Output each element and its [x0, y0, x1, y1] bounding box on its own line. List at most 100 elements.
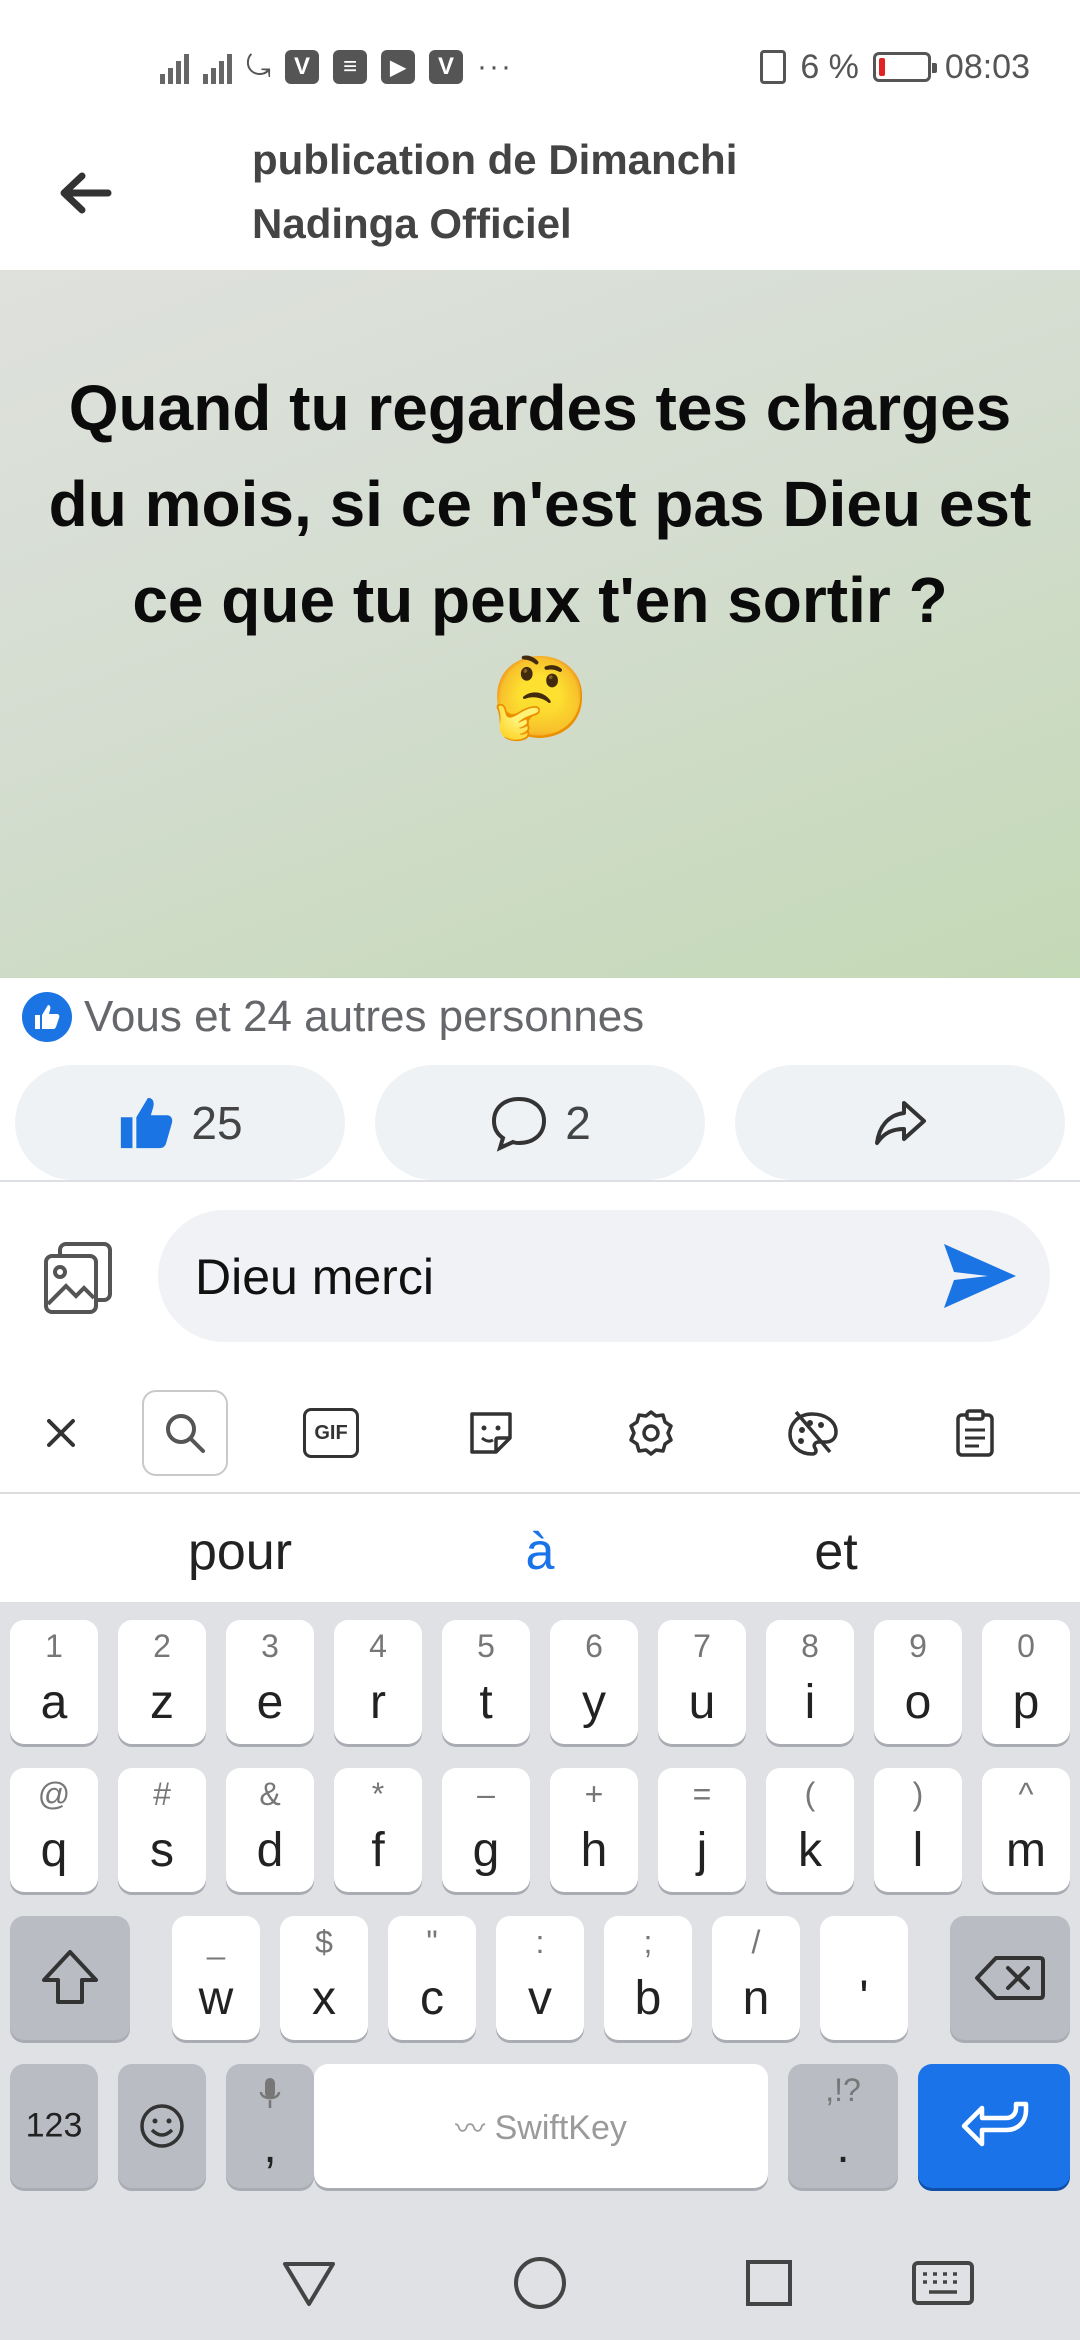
- key-secondary-label: ): [912, 1776, 924, 1812]
- nav-home-button[interactable]: [505, 2248, 575, 2318]
- comma-label: ,: [263, 2120, 277, 2173]
- back-button[interactable]: [50, 158, 120, 228]
- circle-home-icon: [514, 2257, 566, 2309]
- letter-key[interactable]: & d: [226, 1768, 314, 1892]
- smiley-icon: [140, 2104, 184, 2148]
- letter-key[interactable]: 5t: [442, 1620, 530, 1744]
- letter-key[interactable]: 4r: [334, 1620, 422, 1744]
- letter-key[interactable]: ^ m: [982, 1768, 1070, 1892]
- suggestion-item[interactable]: et: [686, 1522, 986, 1582]
- comment-button[interactable]: 2: [375, 1065, 705, 1180]
- letter-key[interactable]: (k: [766, 1768, 854, 1892]
- letter-key[interactable]: ; b: [604, 1916, 692, 2040]
- enter-key[interactable]: [918, 2064, 1070, 2188]
- key-primary-label: a: [40, 1676, 68, 1729]
- letter-key[interactable]: # s: [118, 1768, 206, 1892]
- thinking-emoji: 🤔: [490, 653, 590, 742]
- key-primary-label: b: [634, 1972, 662, 2025]
- close-toolbar-button[interactable]: [18, 1390, 104, 1476]
- key-primary-label: y: [582, 1676, 606, 1729]
- shift-key[interactable]: [10, 1916, 130, 2040]
- letter-key[interactable]: 3e: [226, 1620, 314, 1744]
- sticker-button[interactable]: [448, 1390, 534, 1476]
- key-secondary-label: 5: [477, 1628, 495, 1664]
- suggestion-item[interactable]: pour: [90, 1522, 390, 1582]
- key-primary-label: p: [1012, 1676, 1040, 1729]
- youtube-icon: ▶: [381, 50, 415, 84]
- comment-bubble-icon: [492, 1096, 547, 1152]
- letter-key[interactable]: 7u: [658, 1620, 746, 1744]
- letter-key[interactable]: = j: [658, 1768, 746, 1892]
- letter-key[interactable]: :v: [496, 1916, 584, 2040]
- share-button[interactable]: [735, 1065, 1065, 1180]
- letter-key[interactable]: $ x: [280, 1916, 368, 2040]
- letter-key[interactable]: – g: [442, 1768, 530, 1892]
- key-secondary-label: _: [207, 1924, 225, 1960]
- space-key[interactable]: 〰 SwiftKey: [314, 2064, 768, 2188]
- themes-button[interactable]: [770, 1390, 856, 1476]
- more-notifications: ···: [477, 50, 513, 83]
- numbers-key[interactable]: 123: [10, 2064, 98, 2188]
- keyboard-search-button[interactable]: [142, 1390, 228, 1476]
- nav-recents-button[interactable]: [734, 2248, 804, 2318]
- letter-key[interactable]: 6y: [550, 1620, 638, 1744]
- period-secondary: ,!?: [825, 2072, 861, 2108]
- key-primary-label: w: [198, 1972, 234, 2025]
- letter-key[interactable]: 8i: [766, 1620, 854, 1744]
- letter-key[interactable]: / n: [712, 1916, 800, 2040]
- key-secondary-label: 4: [369, 1628, 387, 1664]
- swiftkey-label: SwiftKey: [494, 2109, 627, 2147]
- like-badge-icon: [22, 992, 72, 1042]
- comment-count: 2: [565, 1096, 591, 1149]
- key-primary-label: c: [420, 1972, 444, 2025]
- key-primary-label: e: [256, 1676, 284, 1729]
- letter-key[interactable]: 0p: [982, 1620, 1070, 1744]
- emoji-key[interactable]: [118, 2064, 206, 2188]
- title-line: Nadinga Officiel: [252, 200, 572, 247]
- key-primary-label: v: [528, 1972, 552, 2025]
- swiftkey-bird-icon: 〰: [455, 2113, 486, 2146]
- like-button[interactable]: 25: [15, 1065, 345, 1180]
- letter-key[interactable]: * f: [334, 1768, 422, 1892]
- photo-gallery-button[interactable]: [38, 1238, 118, 1318]
- send-button[interactable]: [940, 1240, 1020, 1312]
- settings-button[interactable]: [608, 1390, 694, 1476]
- letter-key[interactable]: " c: [388, 1916, 476, 2040]
- key-secondary-label: 9: [909, 1628, 927, 1664]
- period-key[interactable]: ,!? .: [788, 2064, 898, 2188]
- missed-call-icon: ⤿: [246, 50, 271, 83]
- key-secondary-label: ^: [1018, 1776, 1034, 1812]
- triangle-back-icon: [283, 2262, 335, 2306]
- key-primary-label: j: [696, 1824, 708, 1877]
- shift-icon: [42, 1950, 98, 2004]
- gif-button[interactable]: GIF: [288, 1390, 374, 1476]
- comma-mic-key[interactable]: ,: [226, 2064, 314, 2188]
- clipboard-button[interactable]: [932, 1390, 1018, 1476]
- sticker-icon: [470, 1412, 512, 1454]
- nav-back-button[interactable]: [274, 2248, 344, 2318]
- letter-key[interactable]: 2z: [118, 1620, 206, 1744]
- key-secondary-label: :: [535, 1924, 545, 1960]
- backspace-icon: [975, 1956, 1045, 2000]
- suggestion-item[interactable]: à: [390, 1522, 690, 1582]
- backspace-key[interactable]: [950, 1916, 1070, 2040]
- nav-keyboard-button[interactable]: [908, 2248, 978, 2318]
- key-secondary-label: –: [477, 1776, 495, 1812]
- search-icon: [166, 1414, 205, 1453]
- microphone-icon: [259, 2078, 281, 2108]
- letter-key[interactable]: 9o: [874, 1620, 962, 1744]
- keyboard-hide-icon: [912, 2261, 974, 2305]
- reaction-summary[interactable]: Vous et 24 autres personnes: [22, 990, 644, 1044]
- letter-key[interactable]: + h: [550, 1768, 638, 1892]
- key-secondary-label: 1: [45, 1628, 63, 1664]
- like-count: 25: [191, 1096, 243, 1149]
- letter-key[interactable]: @ q: [10, 1768, 98, 1892]
- key-primary-label: m: [1006, 1824, 1046, 1877]
- status-right: 6 % 08:03: [760, 42, 1030, 92]
- clock: 08:03: [944, 47, 1030, 86]
- letter-key[interactable]: ': [820, 1916, 908, 2040]
- letter-key[interactable]: _ w: [172, 1916, 260, 2040]
- letter-key[interactable]: 1a: [10, 1620, 98, 1744]
- letter-key[interactable]: ) l: [874, 1768, 962, 1892]
- gif-icon: GIF: [303, 1408, 359, 1458]
